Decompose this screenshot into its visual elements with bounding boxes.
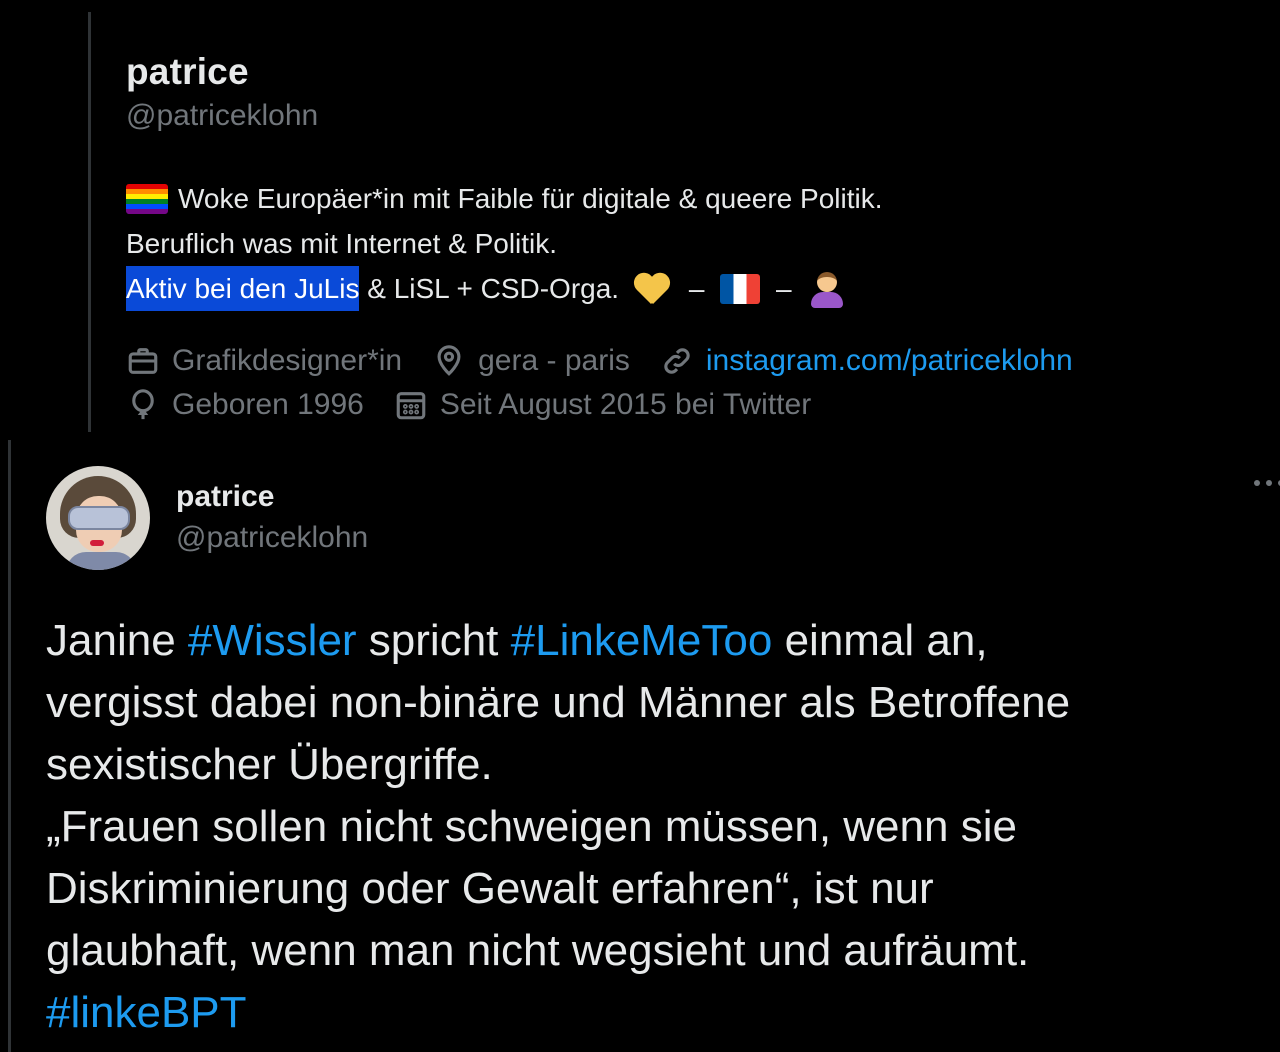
quote-divider-top — [88, 12, 91, 432]
profile-bio: Woke Europäer*in mit Faible für digitale… — [126, 176, 1246, 311]
profile-card: patrice @patriceklohn Woke Europäer*in m… — [126, 50, 1246, 427]
profile-meta: Grafikdesigner*in gera - paris instagram… — [126, 339, 1246, 427]
tweet-text-span: spricht — [356, 616, 511, 665]
tweet-line: Diskriminierung oder Gewalt erfahren“, i… — [46, 864, 934, 913]
tweet-text-span: einmal an, — [772, 616, 988, 665]
tweet-line: sexistischer Übergriffe. — [46, 740, 493, 789]
tweet-line: glaubhaft, wenn man nicht wegsieht und a… — [46, 926, 1030, 975]
website-item[interactable]: instagram.com/patriceklohn — [660, 344, 1073, 378]
tweet-text-span: Janine — [46, 616, 188, 665]
meta-row-2: Geboren 1996 Seit August 2015 bei Twitte… — [126, 383, 1246, 427]
quote-divider-bottom — [8, 440, 11, 1052]
tweet-author-handle[interactable]: @patriceklohn — [176, 517, 368, 559]
tweet-author: patrice @patriceklohn — [176, 477, 368, 559]
tweet-text: Janine #Wissler spricht #LinkeMeToo einm… — [46, 610, 1266, 1044]
location-item: gera - paris — [432, 344, 630, 378]
website-link[interactable]: instagram.com/patriceklohn — [706, 344, 1073, 378]
rainbow-flag-icon — [126, 183, 168, 214]
tweet-author-name[interactable]: patrice — [176, 477, 368, 517]
avatar[interactable] — [46, 466, 150, 570]
location-text: gera - paris — [478, 344, 630, 377]
link-icon — [664, 348, 690, 374]
hashtag-linkebpt[interactable]: #linkeBPT — [46, 988, 247, 1037]
bio-separator: – — [768, 273, 800, 304]
hashtag-linkemetoo[interactable]: #LinkeMeToo — [511, 616, 773, 665]
bio-line-3: Aktiv bei den JuLis & LiSL + CSD-Orga. –… — [126, 266, 1246, 311]
balloon-icon — [132, 389, 154, 420]
meta-row-1: Grafikdesigner*in gera - paris instagram… — [126, 339, 1246, 383]
tweet-line: vergisst dabei non-binäre und Männer als… — [46, 678, 1071, 727]
tweet-line: Janine #Wissler spricht #LinkeMeToo einm… — [46, 610, 1266, 672]
profile-handle[interactable]: @patriceklohn — [126, 96, 1246, 136]
profile-name[interactable]: patrice — [126, 50, 1246, 94]
france-flag-icon — [720, 273, 761, 304]
birthday-item: Geboren 1996 — [126, 388, 364, 422]
briefcase-icon — [128, 348, 158, 374]
bio-selected-text: Aktiv bei den JuLis — [126, 266, 360, 311]
person-icon — [809, 270, 845, 308]
calendar-icon — [396, 392, 426, 420]
location-pin-icon — [437, 345, 461, 376]
bio-line-1-text: Woke Europäer*in mit Faible für digitale… — [178, 183, 883, 214]
bio-separator: – — [681, 273, 713, 304]
birthday-text: Geboren 1996 — [172, 388, 364, 421]
bio-line-3-text: & LiSL + CSD-Orga. — [359, 273, 620, 304]
tweet-line: #linkeBPT — [46, 982, 1266, 1044]
joined-text: Seit August 2015 bei Twitter — [439, 388, 812, 421]
tweet-line: „Frauen sollen nicht schweigen müssen, w… — [46, 802, 1017, 851]
hashtag-wissler[interactable]: #Wissler — [188, 616, 357, 665]
profession-text: Grafikdesigner*in — [172, 344, 403, 377]
bio-line-2: Beruflich was mit Internet & Politik. — [126, 221, 1246, 266]
joined-item: Seit August 2015 bei Twitter — [394, 388, 811, 422]
profession-item: Grafikdesigner*in — [126, 344, 402, 378]
more-options-icon[interactable] — [1254, 480, 1280, 486]
bio-line-1: Woke Europäer*in mit Faible für digitale… — [126, 176, 1246, 221]
yellow-heart-icon — [633, 272, 671, 306]
tweet-header: patrice @patriceklohn — [46, 466, 368, 570]
bio-line-2-text: Beruflich was mit Internet & Politik. — [126, 228, 558, 259]
